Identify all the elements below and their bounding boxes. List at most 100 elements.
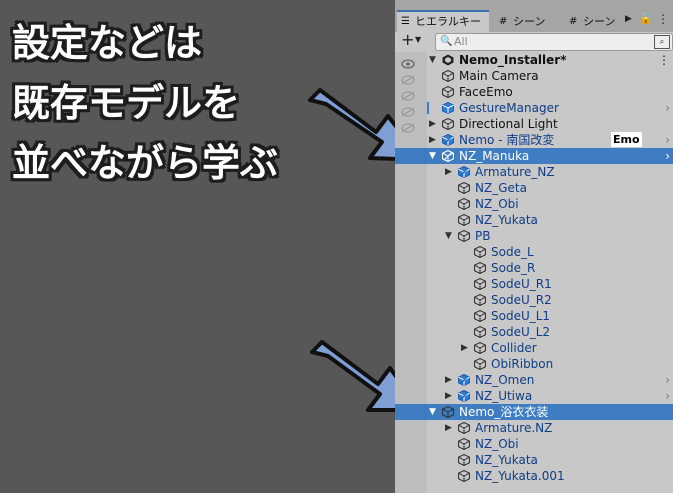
tab-scene-2-label: シーン [583,15,616,28]
hierarchy-row[interactable]: SodeU_R1 [395,276,673,292]
add-button[interactable]: + [401,30,414,49]
hierarchy-row[interactable]: ▶ Nemo - 南国改変 › [395,132,673,148]
hierarchy-row[interactable]: ▶ NZ_Utiwa › [395,388,673,404]
gameobject-icon [457,421,471,435]
gameobject-icon [457,453,471,467]
collapse-arrow-icon[interactable]: ▶ [445,388,455,404]
chevron-down-icon[interactable]: ▼ [415,35,421,44]
hierarchy-panel: ☰ ヒエラルキー # シーン # シーン ▶ 🔒 ⋮ + ▼ 🔍 All ⌕ E… [395,0,673,493]
hierarchy-row[interactable]: NZ_Yukata.001 [395,468,673,484]
gameobject-icon [473,341,487,355]
hierarchy-row[interactable]: Sode_R [395,260,673,276]
hierarchy-row[interactable]: Main Camera [395,68,673,84]
hierarchy-row-label: Collider [491,341,537,355]
tab-hierarchy[interactable]: ☰ ヒエラルキー [397,10,489,32]
hierarchy-row[interactable]: ▼ PB [395,228,673,244]
hierarchy-row[interactable]: SodeU_L1 [395,308,673,324]
gameobject-icon [457,373,471,387]
hierarchy-row-label: Sode_R [491,261,536,275]
tab-scene-2[interactable]: # シーン [569,12,629,32]
gameobject-icon [473,325,487,339]
collapse-arrow-icon[interactable]: ▶ [445,164,455,180]
tab-scroll-right-icon[interactable]: ▶ [625,14,632,24]
scene-grid-icon: # [569,16,578,27]
collapse-arrow-icon[interactable]: ▶ [429,116,439,132]
hierarchy-row-selected[interactable]: ▼ Nemo_浴衣衣装 [395,404,673,420]
hierarchy-row-label: SodeU_R2 [491,293,552,307]
hierarchy-row-label: Sode_L [491,245,534,259]
hierarchy-row[interactable]: ▶ Armature.NZ [395,420,673,436]
hierarchy-row[interactable]: FaceEmo [395,84,673,100]
gameobject-icon [473,309,487,323]
chevron-right-icon[interactable]: › [665,100,670,116]
hierarchy-row-label: FaceEmo [459,85,513,99]
caption-line-2: 既存モデルを [12,81,241,125]
gameobject-icon [441,101,455,115]
gameobject-icon [457,181,471,195]
hierarchy-row[interactable]: SodeU_R2 [395,292,673,308]
expand-arrow-icon[interactable]: ▼ [445,228,455,244]
hierarchy-row[interactable]: ObiRibbon [395,356,673,372]
gameobject-icon [457,389,471,403]
hierarchy-row-label: NZ_Obi [475,197,519,211]
gameobject-icon [473,357,487,371]
hierarchy-row-label: SodeU_L1 [491,309,551,323]
hierarchy-row[interactable]: SodeU_L2 [395,324,673,340]
hierarchy-row-label: Main Camera [459,69,539,83]
chevron-right-icon[interactable]: › [665,388,670,404]
hierarchy-row-label: NZ_Manuka [459,149,530,163]
tab-scene-1[interactable]: # シーン [499,12,561,32]
chevron-right-icon[interactable]: › [665,148,670,164]
gameobject-icon [473,261,487,275]
hierarchy-row[interactable]: ▶ NZ_Omen › [395,372,673,388]
hierarchy-row[interactable]: NZ_Obi [395,196,673,212]
expand-arrow-icon[interactable]: ▼ [429,148,439,164]
hierarchy-row[interactable]: NZ_Obi [395,436,673,452]
gameobject-icon [441,117,455,131]
hierarchy-row-label: ObiRibbon [491,357,554,371]
gameobject-icon [457,197,471,211]
search-input[interactable]: 🔍 All ⌕ [435,33,673,51]
kebab-menu-icon[interactable]: ⋮ [658,52,670,68]
tab-scene-1-label: シーン [513,15,546,28]
collapse-arrow-icon[interactable]: ▶ [445,372,455,388]
hierarchy-row[interactable]: ▶ Collider [395,340,673,356]
search-options-icon[interactable]: ⌕ [654,35,670,49]
hierarchy-row[interactable]: NZ_Yukata [395,452,673,468]
modified-marker [427,102,429,114]
chevron-right-icon[interactable]: › [665,132,670,148]
gameobject-icon [441,85,455,99]
hierarchy-row[interactable]: Sode_L [395,244,673,260]
hierarchy-row-label: SodeU_L2 [491,325,551,339]
gameobject-icon [457,229,471,243]
gameobject-icon [473,293,487,307]
lock-icon[interactable]: 🔒 [639,12,653,25]
gameobject-icon [457,437,471,451]
collapse-arrow-icon[interactable]: ▶ [429,132,439,148]
caption-line-3: 並べながら学ぶ [12,141,279,185]
hierarchy-row[interactable]: ▶ Armature_NZ [395,164,673,180]
hierarchy-row-label: SodeU_R1 [491,277,552,291]
collapse-arrow-icon[interactable]: ▶ [445,420,455,436]
gameobject-icon [441,69,455,83]
expand-arrow-icon[interactable]: ▼ [429,52,439,68]
gameobject-icon [457,165,471,179]
hierarchy-root[interactable]: ▼ Nemo_Installer* ⋮ [395,52,673,68]
expand-arrow-icon[interactable]: ▼ [429,404,439,420]
gameobject-icon [457,213,471,227]
collapse-arrow-icon[interactable]: ▶ [461,340,471,356]
hierarchy-row[interactable]: ▶ Directional Light [395,116,673,132]
unity-scene-icon [442,54,454,66]
search-icon: 🔍 [440,36,453,47]
hierarchy-row[interactable]: GestureManager › [395,100,673,116]
hierarchy-row-label: Nemo - 南国改変 [459,133,555,147]
tab-hierarchy-label: ヒエラルキー [415,15,481,28]
hierarchy-row-selected[interactable]: ▼ NZ_Manuka › [395,148,673,164]
hierarchy-row-label: NZ_Omen [475,373,535,387]
hierarchy-row-label: GestureManager [459,101,559,115]
kebab-menu-icon[interactable]: ⋮ [657,12,669,26]
hierarchy-row[interactable]: NZ_Geta [395,180,673,196]
chevron-right-icon[interactable]: › [665,372,670,388]
gameobject-icon [441,149,455,163]
hierarchy-row[interactable]: NZ_Yukata [395,212,673,228]
